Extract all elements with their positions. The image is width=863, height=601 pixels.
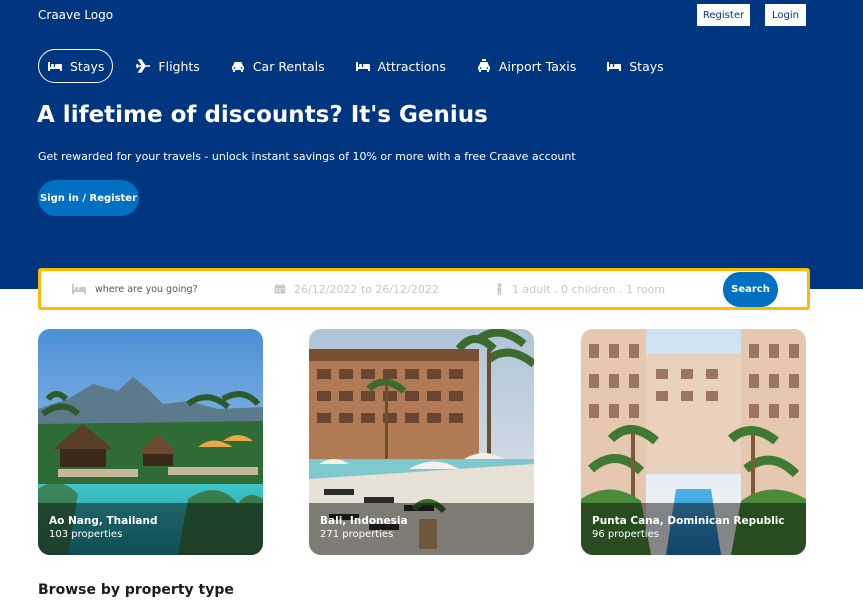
- nav-item-flights[interactable]: Flights: [127, 49, 207, 83]
- card-property-count: 103 properties: [49, 529, 123, 540]
- card-caption: Bali, Indonesia 271 properties: [309, 503, 534, 555]
- destination-card-punta-cana[interactable]: Punta Cana, Dominican Republic 96 proper…: [581, 329, 806, 555]
- card-caption: Punta Cana, Dominican Republic 96 proper…: [581, 503, 806, 555]
- nav-label: Airport Taxis: [498, 58, 577, 74]
- car-icon: [231, 62, 244, 72]
- card-title: Ao Nang, Thailand: [49, 515, 158, 527]
- logo[interactable]: Craave Logo: [38, 8, 113, 22]
- signin-register-button[interactable]: Sign in / Register: [38, 180, 139, 216]
- bed-icon: [48, 62, 62, 71]
- nav-item-stays[interactable]: Stays: [38, 49, 114, 83]
- guests-field[interactable]: 1 adult . 0 children . 1 room: [495, 271, 665, 307]
- nav-item-car-rentals[interactable]: Car Rentals: [222, 49, 333, 83]
- plane-icon: [136, 59, 151, 73]
- date-field[interactable]: 26/12/2022 to 26/12/2022: [274, 271, 439, 307]
- bed-icon: [72, 284, 86, 294]
- destination-field[interactable]: [71, 271, 245, 307]
- destination-card-ao-nang[interactable]: Ao Nang, Thailand 103 properties: [38, 329, 263, 555]
- guests-text: 1 adult . 0 children . 1 room: [512, 282, 666, 296]
- nav-label: Car Rentals: [252, 58, 325, 74]
- nav-item-attractions[interactable]: Attractions: [347, 49, 454, 83]
- nav-label: Attractions: [377, 58, 446, 74]
- browse-property-type-heading: Browse by property type: [38, 582, 234, 598]
- calendar-icon: [274, 283, 286, 294]
- nav-item-airport-taxis[interactable]: Airport Taxis: [468, 49, 584, 83]
- card-property-count: 271 properties: [320, 529, 394, 540]
- hero-title: A lifetime of discounts? It's Genius: [37, 102, 488, 128]
- nav-label: Stays: [629, 58, 664, 74]
- nav-label: Stays: [70, 58, 105, 74]
- nav-item-stays-2[interactable]: Stays: [598, 49, 671, 83]
- bed-icon: [355, 62, 370, 71]
- main-nav: Stays Flights Car Rentals Attractions Ai…: [38, 49, 686, 83]
- search-bar: 26/12/2022 to 26/12/2022 1 adult . 0 chi…: [38, 268, 810, 310]
- person-icon: [497, 283, 502, 296]
- destination-input[interactable]: [95, 283, 245, 295]
- card-caption: Ao Nang, Thailand 103 properties: [38, 503, 263, 555]
- date-range-text: 26/12/2022 to 26/12/2022: [294, 282, 439, 296]
- card-property-count: 96 properties: [592, 529, 659, 540]
- hero-banner: Craave Logo Register Login Stays Flights…: [0, 0, 863, 289]
- nav-label: Flights: [158, 58, 200, 74]
- bed-icon: [607, 62, 622, 71]
- destination-card-bali[interactable]: Bali, Indonesia 271 properties: [309, 329, 534, 555]
- taxi-icon: [477, 59, 490, 72]
- card-title: Bali, Indonesia: [320, 515, 408, 527]
- hero-subtitle: Get rewarded for your travels - unlock i…: [38, 150, 576, 163]
- register-button[interactable]: Register: [697, 4, 750, 26]
- login-button[interactable]: Login: [765, 4, 806, 26]
- card-title: Punta Cana, Dominican Republic: [592, 515, 785, 527]
- search-button[interactable]: Search: [723, 272, 778, 307]
